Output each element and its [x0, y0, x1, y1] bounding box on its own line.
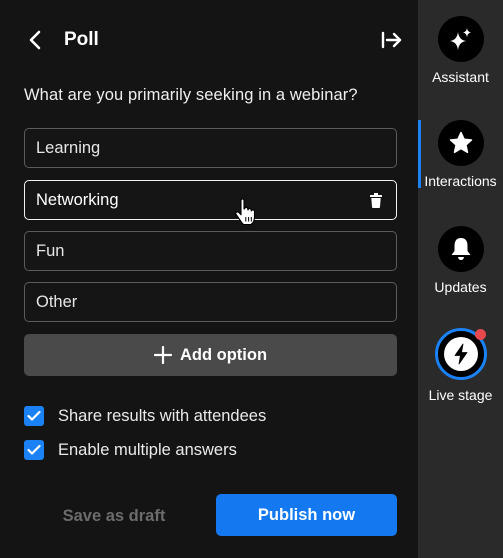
page-title: Poll	[64, 29, 99, 50]
hand-pointer-icon	[235, 198, 256, 226]
add-option-button[interactable]: Add option	[24, 334, 397, 376]
share-results-setting: Share results with attendees	[24, 406, 266, 426]
assistant-icon-circle	[437, 16, 484, 62]
poll-option-label: Other	[36, 292, 78, 311]
updates-icon-circle	[437, 226, 484, 272]
star-icon	[449, 131, 472, 154]
multiple-answers-label: Enable multiple answers	[58, 440, 237, 459]
live-stage-icon-circle	[443, 337, 478, 371]
trash-icon[interactable]	[370, 193, 382, 208]
rail-item-label: Live stage	[428, 387, 493, 403]
live-stage-icon-ring	[434, 328, 487, 380]
share-results-checkbox[interactable]	[24, 406, 44, 426]
poll-option-label: Fun	[36, 241, 65, 260]
rail-item-label: Assistant	[432, 69, 489, 85]
rail-item-live-stage[interactable]: Live stage	[418, 328, 503, 403]
add-option-label: Add option	[179, 345, 268, 364]
poll-option-input[interactable]: Fun	[24, 231, 397, 271]
app-window: Poll What are you primarily seeking in a…	[0, 0, 503, 558]
collapse-panel-button[interactable]	[380, 28, 404, 52]
poll-question: What are you primarily seeking in a webi…	[24, 86, 358, 104]
lightning-icon	[454, 343, 467, 365]
publish-button[interactable]: Publish now	[216, 494, 397, 536]
checkmark-icon	[27, 410, 41, 421]
multiple-answers-checkbox[interactable]	[24, 440, 44, 460]
poll-option-label: Learning	[36, 138, 101, 157]
poll-panel: Poll What are you primarily seeking in a…	[0, 0, 418, 558]
interactions-icon-circle	[437, 120, 484, 166]
multiple-answers-setting: Enable multiple answers	[24, 440, 237, 460]
rail-item-interactions[interactable]: Interactions	[418, 120, 503, 189]
side-rail: Assistant Interactions Updates Live stag…	[418, 0, 503, 558]
notification-dot	[474, 329, 486, 340]
poll-option-input[interactable]: Networking	[24, 180, 397, 220]
poll-option-input[interactable]: Learning	[24, 128, 397, 168]
panel-header: Poll	[24, 22, 404, 58]
share-results-label: Share results with attendees	[58, 406, 267, 425]
save-draft-button[interactable]: Save as draft	[24, 495, 204, 537]
rail-item-updates[interactable]: Updates	[418, 226, 503, 295]
collapse-right-icon	[381, 31, 402, 49]
chevron-left-icon	[29, 30, 41, 50]
plus-icon	[153, 346, 172, 364]
rail-item-assistant[interactable]: Assistant	[418, 16, 503, 85]
rail-item-label: Updates	[434, 279, 487, 295]
poll-option-label: Networking	[36, 190, 119, 209]
checkmark-icon	[27, 444, 41, 455]
poll-option-input[interactable]: Other	[24, 282, 397, 322]
rail-item-label: Interactions	[424, 173, 497, 189]
bell-icon	[451, 238, 470, 260]
back-button[interactable]	[24, 29, 46, 51]
sparkle-icon	[449, 28, 471, 50]
